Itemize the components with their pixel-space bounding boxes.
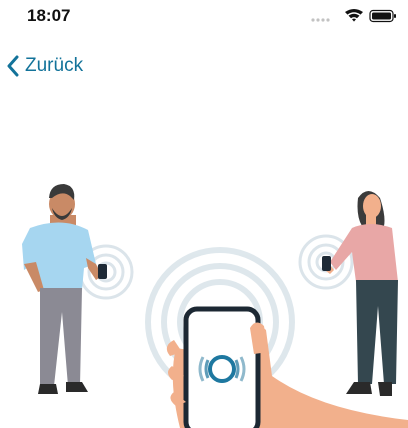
woman-figure <box>322 191 398 396</box>
status-icons <box>311 9 396 23</box>
status-time: 18:07 <box>27 6 71 25</box>
chevron-left-icon <box>7 55 19 77</box>
proximity-illustration <box>22 184 408 428</box>
wifi-icon <box>345 9 363 22</box>
signal-icon <box>311 18 330 22</box>
navigation-bar: Zurück <box>0 44 408 88</box>
battery-icon <box>369 9 396 23</box>
back-button[interactable]: Zurück <box>6 51 83 81</box>
man-figure <box>22 184 107 394</box>
back-label: Zurück <box>25 55 84 76</box>
status-bar: 18:07 <box>0 0 408 34</box>
